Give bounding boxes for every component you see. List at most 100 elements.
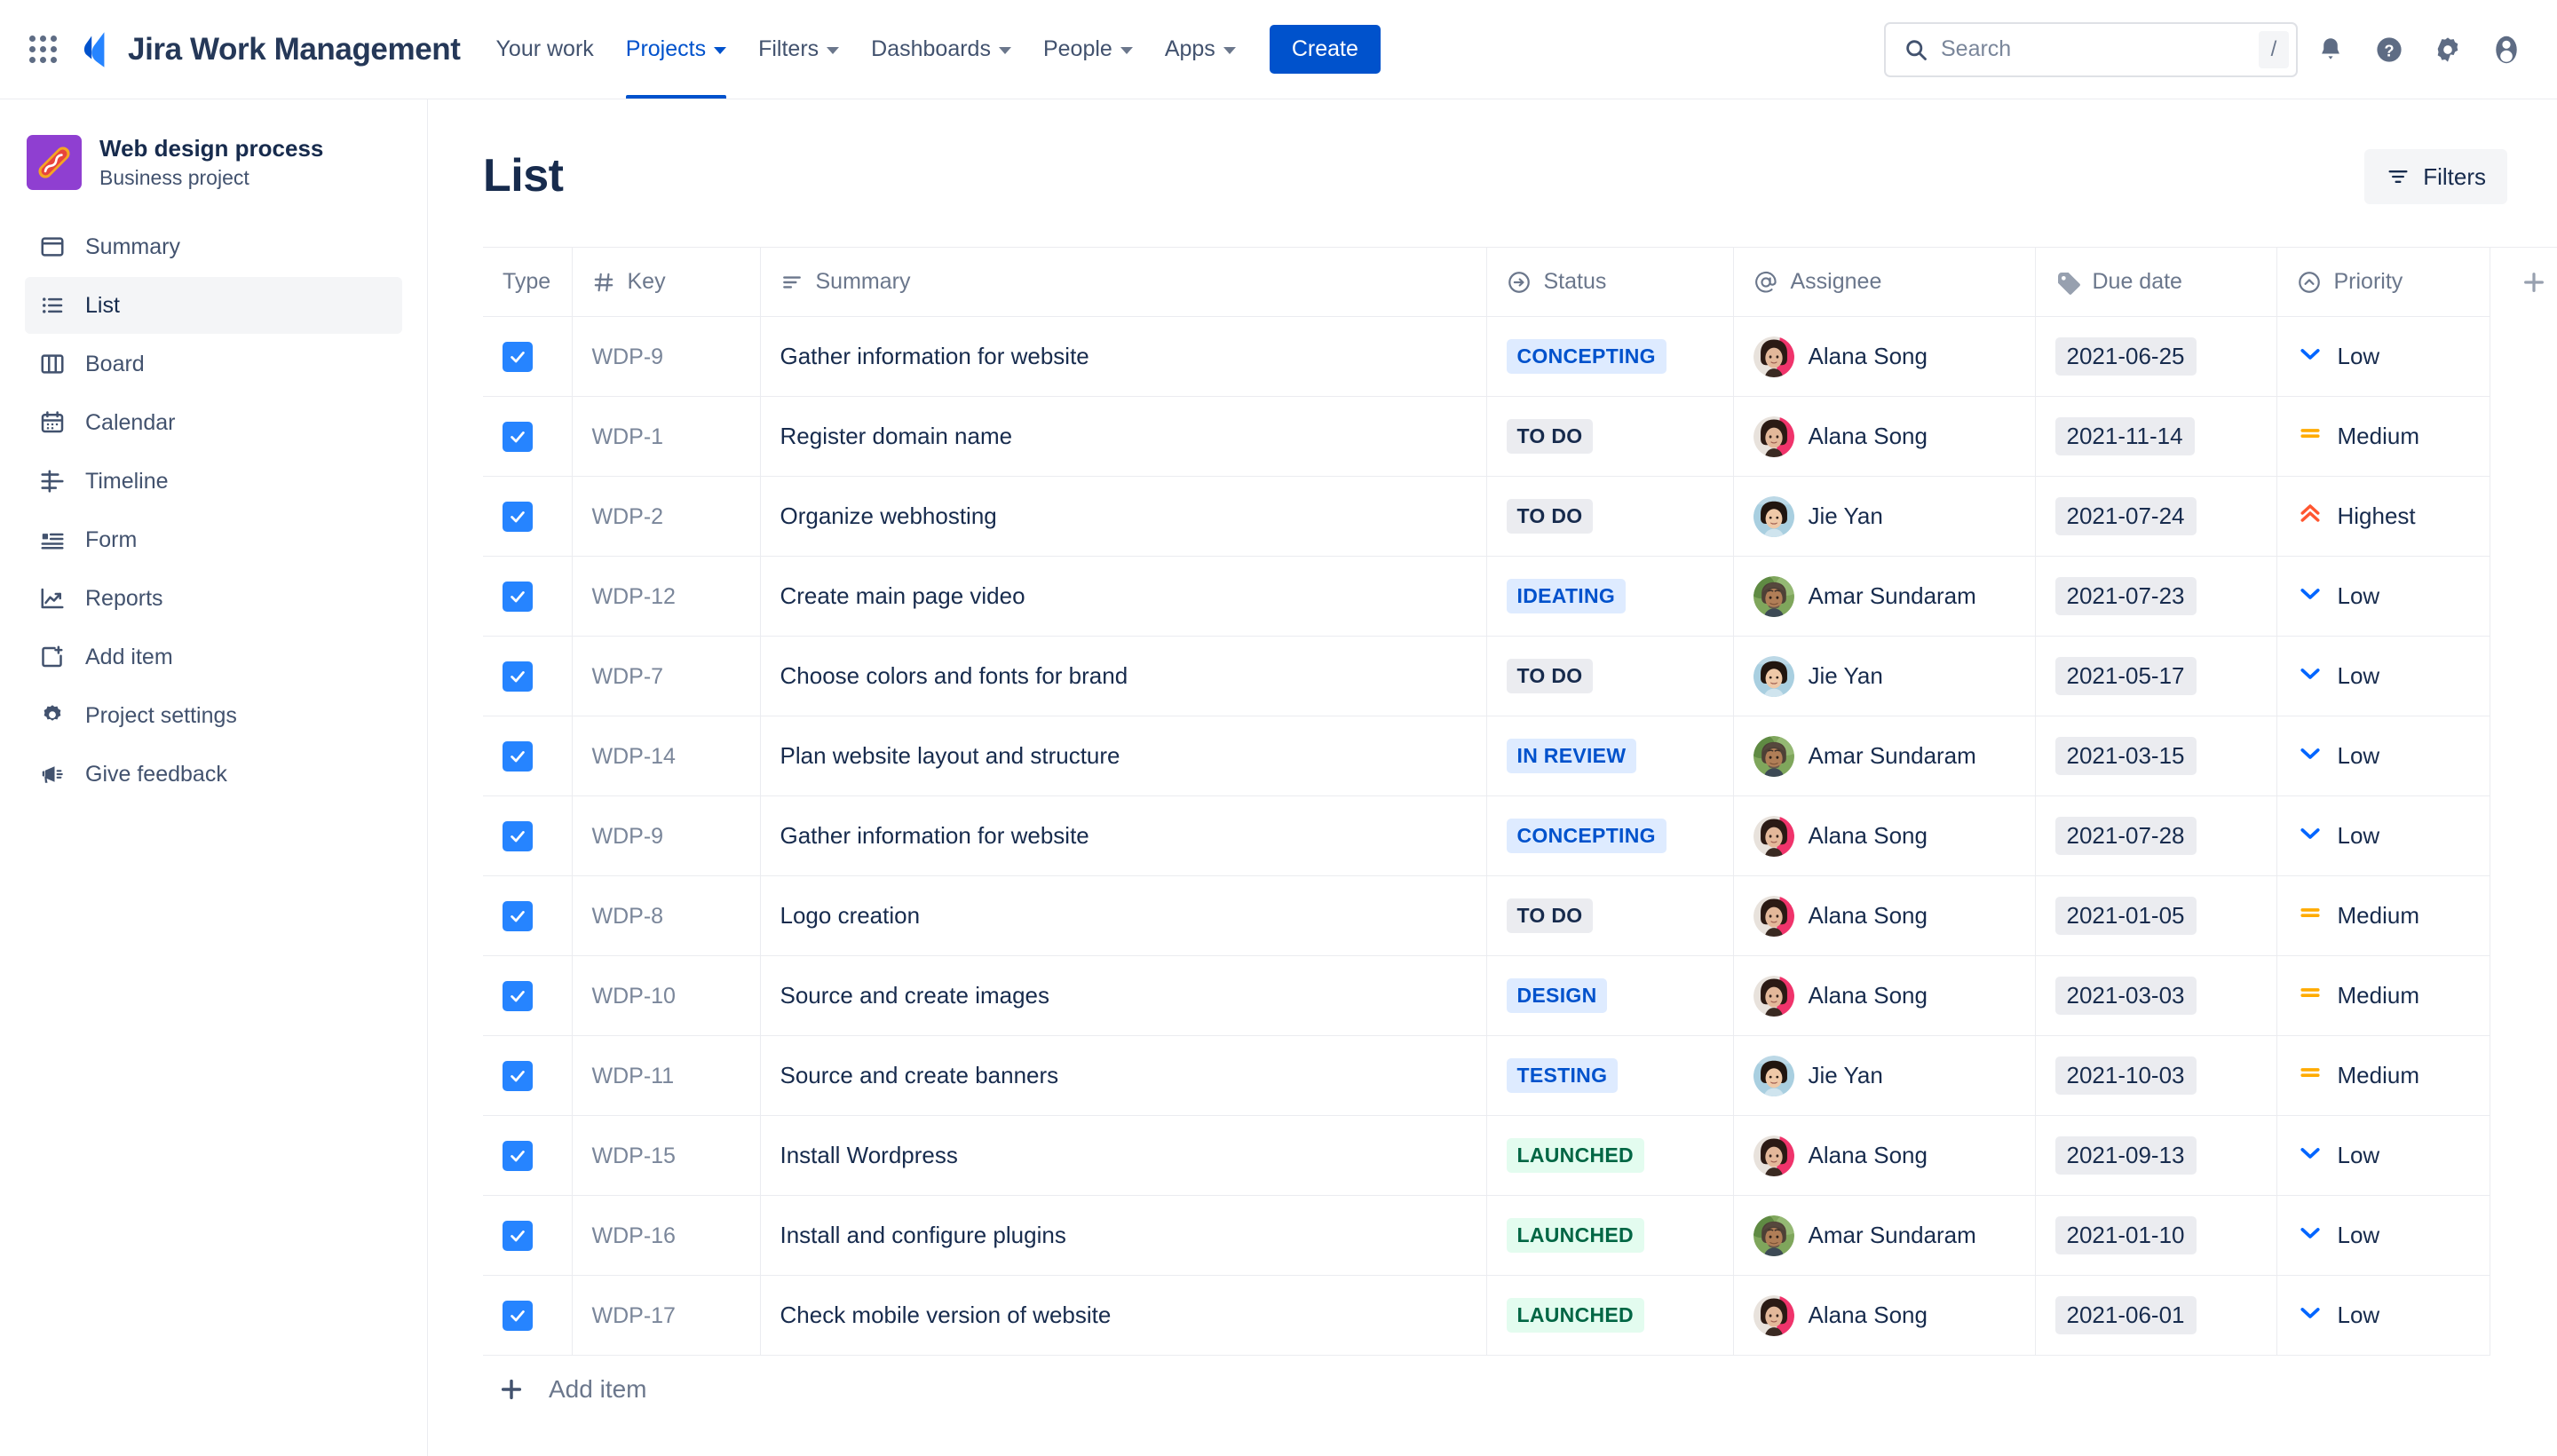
row-summary-cell[interactable]: Choose colors and fonts for brand [760,636,1487,716]
column-header-summary[interactable]: Summary [760,247,1487,317]
issue-key[interactable]: WDP-8 [592,904,664,929]
row-summary-cell[interactable]: Check mobile version of website [760,1275,1487,1356]
settings-button[interactable] [2422,24,2474,75]
row-status-cell[interactable]: IDEATING [1486,556,1734,637]
row-status-cell[interactable]: LAUNCHED [1486,1115,1734,1196]
search-input[interactable] [1941,36,2259,62]
row-status-cell[interactable]: DESIGN [1486,955,1734,1036]
row-status-cell[interactable]: LAUNCHED [1486,1195,1734,1276]
row-status-cell[interactable]: TESTING [1486,1035,1734,1116]
issue-key[interactable]: WDP-1 [592,424,664,449]
assignee[interactable]: Amar Sundaram [1753,575,2015,617]
priority[interactable]: Low [2297,819,2470,852]
status-badge[interactable]: CONCEPTING [1506,819,1666,853]
row-priority-cell[interactable]: Medium [2276,955,2490,1036]
row-key-cell[interactable]: WDP-10 [572,955,761,1036]
row-summary-cell[interactable]: Create main page video [760,556,1487,637]
assignee[interactable]: Amar Sundaram [1753,1215,2015,1256]
priority[interactable]: Medium [2297,1059,2470,1092]
table-row[interactable]: WDP-11 Source and create banners TESTING Ji… [483,1035,2557,1116]
row-status-cell[interactable]: TO DO [1486,396,1734,477]
issue-summary[interactable]: Plan website layout and structure [780,742,1120,769]
sidebar-item-calendar[interactable]: Calendar [25,394,402,451]
status-badge[interactable]: LAUNCHED [1506,1138,1644,1173]
issue-summary[interactable]: Check mobile version of website [780,1302,1112,1328]
row-due-date-cell[interactable]: 2021-10-03 [2035,1035,2277,1116]
issue-key[interactable]: WDP-14 [592,744,676,769]
row-summary-cell[interactable]: Install and configure plugins [760,1195,1487,1276]
assignee[interactable]: Jie Yan [1753,1055,2015,1096]
row-status-cell[interactable]: TO DO [1486,476,1734,557]
help-button[interactable]: ? [2363,24,2415,75]
row-key-cell[interactable]: WDP-14 [572,716,761,796]
status-badge[interactable]: IDEATING [1506,579,1627,613]
nav-item-your-work[interactable]: Your work [480,0,610,99]
assignee[interactable]: Alana Song [1753,975,2015,1017]
row-due-date-cell[interactable]: 2021-07-28 [2035,795,2277,876]
due-date-chip[interactable]: 2021-03-15 [2054,737,2197,775]
due-date-chip[interactable]: 2021-06-01 [2054,1296,2197,1334]
table-row[interactable]: WDP-10 Source and create images DESIGN Alan… [483,955,2557,1036]
row-priority-cell[interactable]: Low [2276,1275,2490,1356]
row-key-cell[interactable]: WDP-16 [572,1195,761,1276]
row-status-cell[interactable]: CONCEPTING [1486,795,1734,876]
row-status-cell[interactable]: LAUNCHED [1486,1275,1734,1356]
table-row[interactable]: WDP-9 Gather information for website CONCE… [483,795,2557,876]
due-date-chip[interactable]: 2021-07-28 [2054,817,2197,855]
row-priority-cell[interactable]: Low [2276,795,2490,876]
status-badge[interactable]: TESTING [1506,1058,1619,1093]
status-badge[interactable]: TO DO [1506,499,1594,534]
add-column-header[interactable] [2490,247,2557,317]
row-priority-cell[interactable]: Highest [2276,476,2490,557]
row-summary-cell[interactable]: Logo creation [760,875,1487,956]
row-key-cell[interactable]: WDP-17 [572,1275,761,1356]
row-summary-cell[interactable]: Gather information for website [760,795,1487,876]
task-type-checkbox[interactable] [503,341,533,372]
issue-key[interactable]: WDP-2 [592,504,664,529]
priority[interactable]: Highest [2297,500,2470,533]
assignee[interactable]: Jie Yan [1753,655,2015,697]
row-status-cell[interactable]: TO DO [1486,875,1734,956]
issue-key[interactable]: WDP-16 [592,1223,676,1248]
assignee[interactable]: Jie Yan [1753,495,2015,537]
column-header-status[interactable]: Status [1486,247,1734,317]
user-profile-button[interactable] [2481,24,2532,75]
row-summary-cell[interactable]: Register domain name [760,396,1487,477]
status-badge[interactable]: LAUNCHED [1506,1218,1644,1253]
issue-summary[interactable]: Source and create images [780,982,1050,1009]
row-due-date-cell[interactable]: 2021-11-14 [2035,396,2277,477]
issue-key[interactable]: WDP-7 [592,664,664,689]
row-priority-cell[interactable]: Low [2276,716,2490,796]
issue-key[interactable]: WDP-17 [592,1303,676,1328]
row-status-cell[interactable]: TO DO [1486,636,1734,716]
table-row[interactable]: WDP-15 Install Wordpress LAUNCHED Alana Son… [483,1115,2557,1196]
brand-home-link[interactable]: Jira Work Management [80,31,461,68]
row-due-date-cell[interactable]: 2021-07-23 [2035,556,2277,637]
table-row[interactable]: WDP-1 Register domain name TO DO Alana Song… [483,396,2557,477]
issue-summary[interactable]: Organize webhosting [780,502,997,529]
row-summary-cell[interactable]: Source and create images [760,955,1487,1036]
issue-key[interactable]: WDP-11 [592,1064,675,1088]
task-type-checkbox[interactable] [503,980,533,1011]
row-assignee-cell[interactable]: Alana Song [1733,396,2036,477]
table-row[interactable]: WDP-8 Logo creation TO DO Alana Song 2021-01… [483,875,2557,956]
row-assignee-cell[interactable]: Amar Sundaram [1733,716,2036,796]
due-date-chip[interactable]: 2021-06-25 [2054,337,2197,376]
column-header-priority[interactable]: Priority [2276,247,2490,317]
issue-summary[interactable]: Install and configure plugins [780,1222,1066,1248]
task-type-checkbox[interactable] [503,900,533,931]
project-header[interactable]: Web design process Business project [25,135,402,213]
row-summary-cell[interactable]: Install Wordpress [760,1115,1487,1196]
nav-item-apps[interactable]: Apps [1149,0,1252,99]
issue-summary[interactable]: Source and create banners [780,1062,1059,1088]
row-priority-cell[interactable]: Low [2276,316,2490,397]
column-header-assignee[interactable]: Assignee [1733,247,2036,317]
issue-key[interactable]: WDP-10 [592,984,676,1009]
task-type-checkbox[interactable] [503,1140,533,1171]
due-date-chip[interactable]: 2021-01-05 [2054,897,2197,935]
due-date-chip[interactable]: 2021-07-23 [2054,577,2197,615]
row-assignee-cell[interactable]: Amar Sundaram [1733,1195,2036,1276]
priority[interactable]: Low [2297,580,2470,613]
column-header-due-date[interactable]: Due date [2035,247,2277,317]
status-badge[interactable]: DESIGN [1506,978,1608,1013]
